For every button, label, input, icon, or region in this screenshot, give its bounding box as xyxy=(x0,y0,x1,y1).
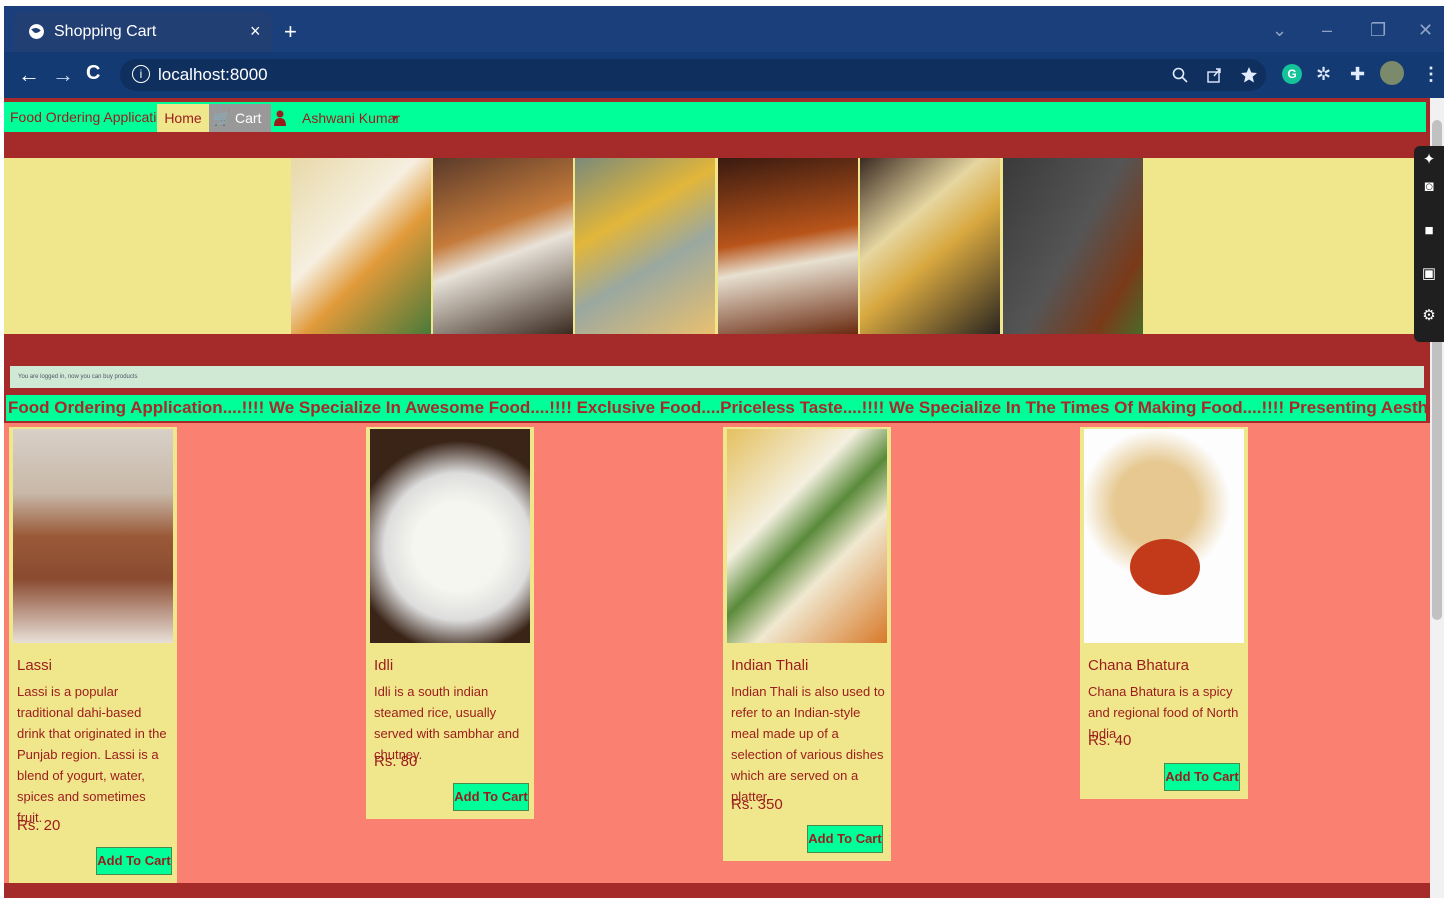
pin-icon[interactable]: ✦ xyxy=(1420,150,1438,168)
banner-image xyxy=(291,158,431,334)
add-to-cart-button[interactable]: Add To Cart xyxy=(807,825,883,853)
banner-image xyxy=(1003,158,1143,334)
brand-link[interactable]: Food Ordering Application xyxy=(10,109,172,125)
product-price: Rs. 350 xyxy=(731,796,783,813)
marquee-text: Food Ordering Application....!!!! We Spe… xyxy=(8,398,1426,417)
gallery-icon[interactable]: ▣ xyxy=(1420,264,1438,282)
product-name: Chana Bhatura xyxy=(1088,657,1189,674)
address-bar[interactable]: i localhost:8000 xyxy=(120,59,1266,91)
site-info-icon[interactable]: i xyxy=(132,65,150,83)
new-tab-button[interactable]: + xyxy=(284,21,297,43)
browser-tab[interactable]: Shopping Cart × xyxy=(14,12,272,52)
profile-avatar[interactable] xyxy=(1380,61,1404,85)
browser-toolbar: ← → C i localhost:8000 G ✲ ✚ ⋮ xyxy=(4,52,1444,98)
product-name: Lassi xyxy=(17,657,53,674)
product-description: Lassi is a popular traditional dahi-base… xyxy=(17,684,167,825)
add-to-cart-button[interactable]: Add To Cart xyxy=(96,847,172,875)
browser-tab-strip: Shopping Cart × + ⌄ – ❐ ✕ xyxy=(4,6,1444,52)
restore-button[interactable]: ❐ xyxy=(1370,20,1386,41)
product-card: Lassi Lassi is a popular traditional dah… xyxy=(9,427,177,883)
banner-image xyxy=(860,158,1000,334)
product-image xyxy=(1084,429,1244,643)
chevron-down-icon: ▼ xyxy=(390,113,399,123)
puzzle-icon[interactable]: ✚ xyxy=(1350,64,1365,85)
cart-label: Cart xyxy=(235,110,262,126)
video-icon[interactable]: ■ xyxy=(1420,222,1438,240)
product-image xyxy=(13,429,173,643)
banner-image xyxy=(575,158,715,334)
product-description: Indian Thali is also used to refer to an… xyxy=(731,684,885,804)
product-price: Rs. 80 xyxy=(374,753,418,770)
user-icon xyxy=(274,110,286,126)
reload-button[interactable]: C xyxy=(86,62,100,85)
tab-search-icon[interactable]: ⌄ xyxy=(1272,20,1287,41)
product-card: Chana Bhatura Chana Bhatura is a spicy a… xyxy=(1080,427,1248,799)
product-grid: Lassi Lassi is a popular traditional dah… xyxy=(4,423,1430,883)
grammarly-icon[interactable]: G xyxy=(1282,64,1302,84)
menu-icon[interactable]: ⋮ xyxy=(1422,64,1440,85)
product-name: Idli xyxy=(374,657,394,674)
back-button[interactable]: ← xyxy=(18,62,40,88)
url-text: localhost:8000 xyxy=(158,65,268,84)
page-content: Food Ordering Application Home 🛒 Cart As… xyxy=(4,98,1430,898)
product-card: Indian Thali Indian Thali is also used t… xyxy=(723,427,891,861)
alert-text: You are logged in, now you can buy produ… xyxy=(18,374,138,380)
site-navbar: Food Ordering Application Home 🛒 Cart As… xyxy=(4,102,1426,132)
extension-icon[interactable]: ✲ xyxy=(1316,64,1331,85)
add-to-cart-button[interactable]: Add To Cart xyxy=(453,783,529,811)
nav-cart-link[interactable]: 🛒 Cart xyxy=(209,104,271,132)
minimize-button[interactable]: – xyxy=(1322,20,1332,41)
product-image xyxy=(727,429,887,643)
product-price: Rs. 40 xyxy=(1088,732,1132,749)
bookmark-star-icon[interactable] xyxy=(1240,66,1258,84)
window-close-button[interactable]: ✕ xyxy=(1418,20,1433,41)
camera-icon[interactable]: ◙ xyxy=(1420,178,1438,196)
login-alert: You are logged in, now you can buy produ… xyxy=(10,366,1424,388)
product-name: Indian Thali xyxy=(731,657,809,674)
globe-icon xyxy=(29,24,44,39)
share-icon[interactable] xyxy=(1206,67,1222,83)
user-name: Ashwani Kumar xyxy=(302,110,401,126)
banner-image xyxy=(718,158,858,334)
marquee-banner: Food Ordering Application....!!!! We Spe… xyxy=(6,395,1426,421)
product-image xyxy=(370,429,530,643)
forward-button[interactable]: → xyxy=(52,62,74,88)
zoom-icon[interactable] xyxy=(1172,67,1188,83)
add-to-cart-button[interactable]: Add To Cart xyxy=(1164,763,1240,791)
tab-close-icon[interactable]: × xyxy=(250,21,261,42)
tab-title: Shopping Cart xyxy=(54,23,157,40)
product-card: Idli Idli is a south indian steamed rice… xyxy=(366,427,534,819)
nav-home-link[interactable]: Home xyxy=(157,104,209,132)
product-price: Rs. 20 xyxy=(17,817,61,834)
banner-carousel xyxy=(4,158,1430,334)
screen-capture-toolbar: ✦ ◙ ■ ▣ ⚙ xyxy=(1414,146,1444,342)
gear-icon[interactable]: ⚙ xyxy=(1420,306,1438,324)
banner-image xyxy=(433,158,573,334)
cart-icon: 🛒 xyxy=(213,110,231,126)
